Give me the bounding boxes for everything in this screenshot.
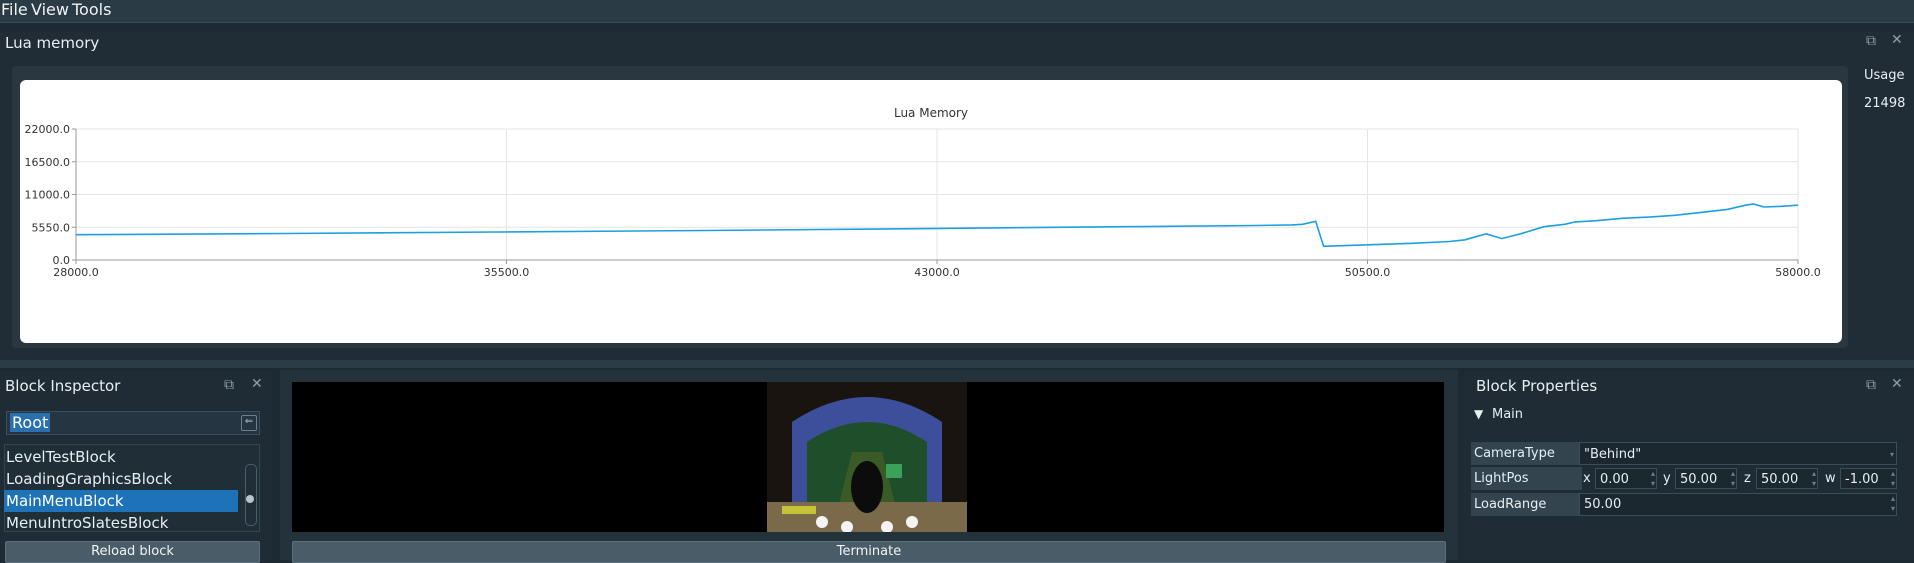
spin-arrows-icon[interactable]: ▴ ▾	[1891, 494, 1895, 514]
load-range-value: 50.00	[1584, 497, 1622, 512]
close-icon[interactable]: ✕	[251, 377, 263, 391]
chart-title: Lua Memory	[894, 106, 968, 120]
root-value: Root	[10, 413, 51, 432]
menu-view[interactable]: View	[31, 0, 69, 20]
spin-arrows-icon[interactable]: ▴ ▾	[1731, 469, 1735, 489]
root-field[interactable]: Root ⇐	[6, 411, 260, 435]
light-pos-y-input[interactable]: 50.00 ▴ ▾	[1675, 468, 1737, 489]
usage-value: 21498	[1864, 96, 1906, 111]
light-pos-z-input[interactable]: 50.00 ▴ ▾	[1756, 468, 1818, 489]
collapse-triangle-icon[interactable]: ▼	[1474, 407, 1483, 421]
float-icon[interactable]: ⧉	[1866, 378, 1876, 392]
x-tick-label: 50500.0	[1345, 266, 1391, 279]
y-letter: y	[1663, 471, 1671, 486]
game-viewport[interactable]	[292, 382, 1444, 533]
camera-type-value: "Behind"	[1584, 447, 1642, 462]
chevron-down-icon: ▾	[1889, 450, 1894, 459]
w-letter: w	[1825, 471, 1836, 486]
x-tick-label: 28000.0	[53, 266, 99, 279]
spin-arrows-icon[interactable]: ▴ ▾	[1812, 469, 1816, 489]
close-icon[interactable]: ✕	[1891, 33, 1903, 47]
load-range-label: LoadRange	[1471, 493, 1582, 516]
y-tick-label: 22000.0	[25, 123, 71, 136]
back-icon[interactable]: ⇐	[241, 415, 257, 431]
block-properties-title: Block Properties	[1476, 377, 1598, 395]
light-pos-label: LightPos	[1471, 467, 1582, 490]
list-item-selected[interactable]: MainMenuBlock	[4, 490, 238, 512]
z-letter: z	[1744, 471, 1751, 486]
x-tick-label: 58000.0	[1775, 266, 1821, 279]
lua-memory-chart: Lua Memory 22000.016500.011000.05550.00.…	[25, 106, 1821, 279]
menu-file[interactable]: File	[1, 0, 28, 20]
close-icon[interactable]: ✕	[1891, 377, 1903, 391]
light-pos-y-value: 50.00	[1680, 472, 1718, 487]
float-icon[interactable]: ⧉	[1866, 34, 1876, 48]
scroll-thumb[interactable]	[246, 495, 254, 503]
chart-card: Lua Memory 22000.0 16500.0 11000.0 5550.0 0.…	[20, 80, 1842, 343]
list-item[interactable]: MenuIntroSlatesBlock	[6, 512, 168, 534]
block-inspector-title: Block Inspector	[5, 377, 121, 395]
x-tick-label: 35500.0	[484, 266, 530, 279]
camera-type-select[interactable]: "Behind" ▾	[1579, 442, 1897, 465]
menu-tools[interactable]: Tools	[72, 0, 111, 20]
section-main-label: Main	[1492, 407, 1524, 422]
x-letter: x	[1583, 471, 1591, 486]
y-tick-label: 5550.0	[32, 221, 71, 234]
block-properties-panel	[1464, 370, 1914, 560]
menu-bar: File View Tools	[0, 0, 1914, 23]
lua-memory-title: Lua memory	[5, 34, 100, 52]
light-pos-w-input[interactable]: -1.00 ▴ ▾	[1840, 468, 1897, 489]
x-tick-label: 43000.0	[914, 266, 960, 279]
camera-type-label: CameraType	[1471, 442, 1582, 465]
list-item[interactable]: LevelTestBlock	[6, 446, 116, 468]
light-pos-x-value: 0.00	[1600, 472, 1629, 487]
list-item[interactable]: LoadingGraphicsBlock	[6, 468, 172, 490]
spin-arrows-icon[interactable]: ▴ ▾	[1891, 469, 1895, 489]
usage-label: Usage	[1864, 68, 1905, 83]
y-tick-label: 16500.0	[25, 156, 71, 169]
game-scene-image	[767, 382, 967, 533]
spin-arrows-icon[interactable]: ▴ ▾	[1651, 469, 1655, 489]
load-range-input[interactable]: 50.00 ▴ ▾	[1579, 493, 1897, 516]
light-pos-z-value: 50.00	[1761, 472, 1799, 487]
float-icon[interactable]: ⧉	[224, 378, 234, 392]
light-pos-x-input[interactable]: 0.00 ▴ ▾	[1595, 468, 1657, 489]
y-tick-label: 11000.0	[25, 189, 71, 202]
splitter[interactable]	[0, 360, 1914, 368]
light-pos-w-value: -1.00	[1845, 472, 1879, 487]
